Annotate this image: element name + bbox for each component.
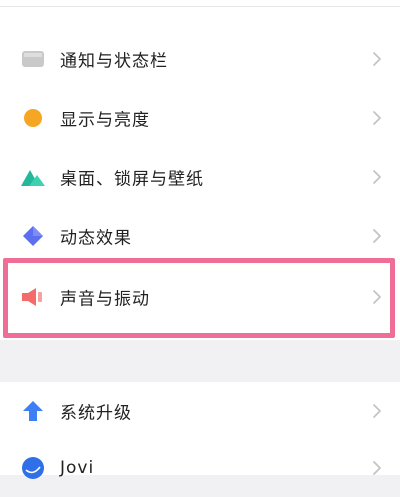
chevron-right-icon	[373, 170, 381, 184]
wallpaper-mountain-icon	[20, 164, 46, 190]
settings-item-desktop-lockscreen-wallpaper[interactable]: 桌面、锁屏与壁纸	[0, 148, 400, 206]
settings-item-motion-effects[interactable]: 动态效果	[0, 207, 400, 265]
top-divider	[0, 6, 400, 7]
settings-group-system: 系统升级 Jovi	[0, 382, 400, 479]
motion-diamond-icon	[20, 223, 46, 249]
notification-bar-icon	[20, 46, 46, 72]
chevron-right-icon	[373, 404, 381, 418]
settings-item-display-brightness[interactable]: 显示与亮度	[0, 89, 400, 147]
settings-item-label: 显示与亮度	[60, 110, 150, 131]
settings-item-label: Jovi	[60, 458, 95, 478]
jovi-icon	[20, 455, 46, 481]
chevron-right-icon	[373, 229, 381, 243]
upgrade-arrow-icon	[20, 398, 46, 424]
chevron-right-icon	[373, 52, 381, 66]
settings-item-label: 系统升级	[60, 403, 132, 424]
settings-item-label: 通知与状态栏	[60, 51, 168, 72]
chevron-right-icon	[373, 461, 381, 475]
settings-item-notifications[interactable]: 通知与状态栏	[0, 30, 400, 88]
settings-item-label: 动态效果	[60, 228, 132, 249]
settings-item-label: 桌面、锁屏与壁纸	[60, 169, 204, 190]
settings-item-jovi[interactable]: Jovi	[0, 439, 400, 497]
highlight-box	[3, 258, 395, 338]
settings-item-system-upgrade[interactable]: 系统升级	[0, 382, 400, 440]
chevron-right-icon	[373, 111, 381, 125]
brightness-icon	[20, 105, 46, 131]
